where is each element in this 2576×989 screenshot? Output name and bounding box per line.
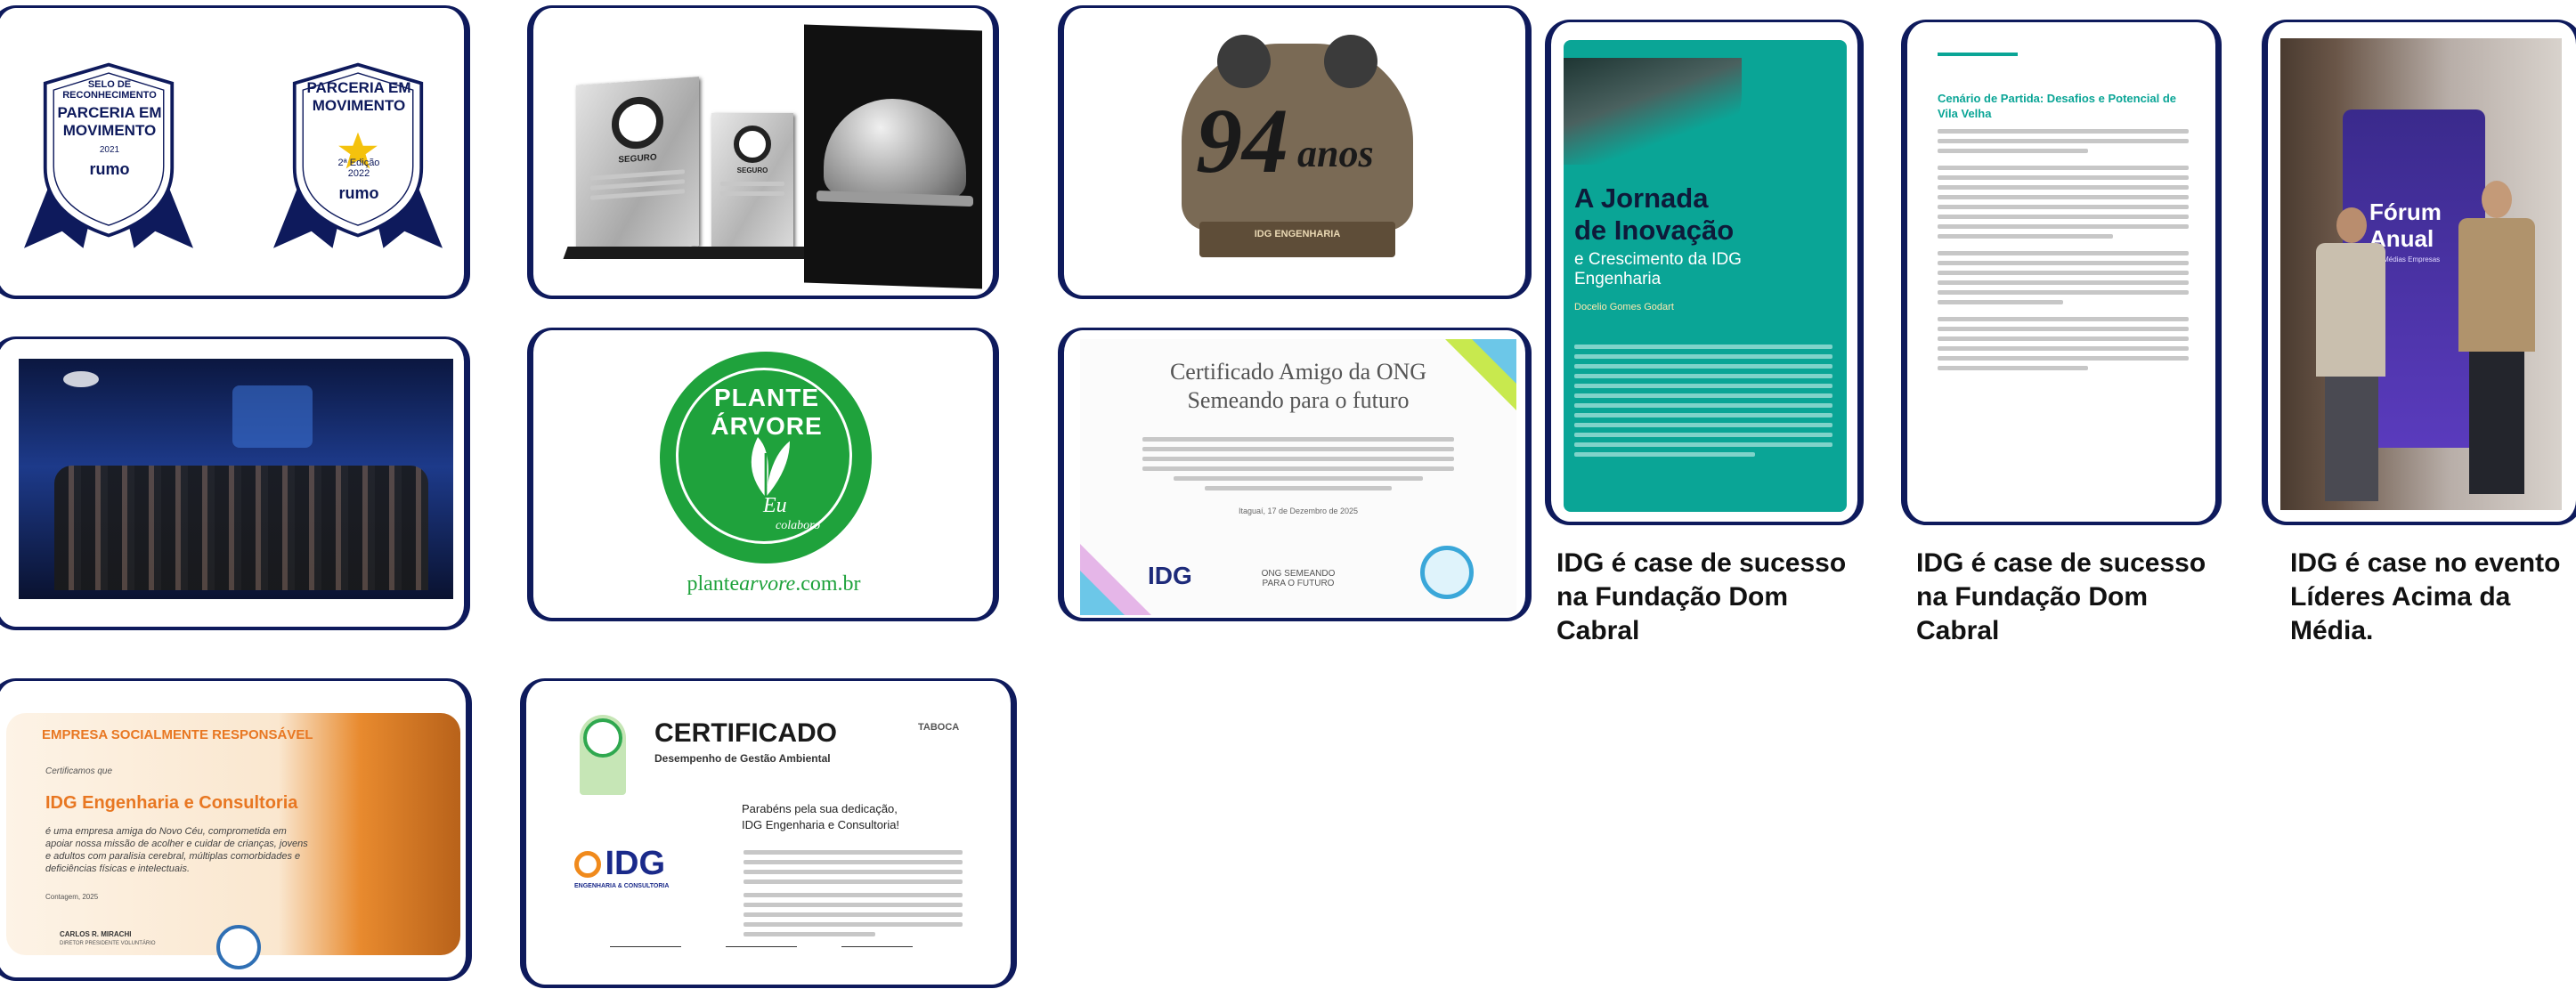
trophy-plaque-small: SEGURO (711, 113, 793, 247)
leaf-icon (751, 437, 790, 498)
taboca-certificate: CERTIFICADO Desempenho de Gestão Ambient… (557, 702, 989, 969)
person-right (2458, 181, 2535, 501)
award-card-94-anos[interactable]: 94 anos IDG ENGENHARIA (1058, 5, 1532, 299)
group-photo (19, 359, 453, 599)
trophy-helmet-frame (804, 24, 982, 289)
plante-arvore-card[interactable]: PLANTE ÁRVORE Eu colaboro plantearvore.c… (527, 328, 999, 621)
event-photo-card[interactable]: Fórum Anual dos Médias Empresas (2262, 20, 2576, 525)
group-photo-card[interactable] (0, 336, 470, 630)
article-page: Cenário de Partida: Desafios e Potencial… (1920, 35, 2205, 507)
ong-seal-icon (1420, 546, 1474, 599)
event-photo: Fórum Anual dos Médias Empresas (2280, 38, 2562, 510)
case-caption-1[interactable]: IDG é case de sucesso na Fundação Dom Ca… (1556, 547, 1859, 648)
taboca-signatures (610, 937, 948, 955)
seal-text-2021: SELO DE RECONHECIMENTO PARCERIA EM MOVIM… (57, 79, 162, 178)
ong-certificate-card[interactable]: Certificado Amigo da ONG Semeando para o… (1058, 328, 1532, 621)
award-card-trophies[interactable]: SEGURO SEGURO (527, 5, 999, 299)
empresa-certificate: EMPRESA SOCIALMENTE RESPONSÁVEL Certific… (6, 713, 460, 969)
ong-body-text (1142, 432, 1454, 496)
case-caption-2[interactable]: IDG é case de sucesso na Fundação Dom Ca… (1916, 547, 2219, 648)
person-left (2316, 207, 2387, 501)
book-cover: A Jornada de Inovação e Crescimento da I… (1564, 40, 1847, 512)
trophy-plaque-large: SEGURO (576, 77, 699, 255)
article-body-text (1938, 129, 2189, 370)
ong-certificate: Certificado Amigo da ONG Semeando para o… (1080, 339, 1516, 615)
idg-logo: IDG ENGENHARIA & CONSULTORIA (574, 845, 670, 889)
taboca-seal-icon (580, 715, 626, 795)
case-caption-3[interactable]: IDG é case no evento Líderes Acima da Mé… (2290, 547, 2575, 648)
seal-text-2022: PARCERIA EM MOVIMENTO 2ª Edição 2022 rum… (306, 79, 411, 202)
article-card-vila-velha[interactable]: Cenário de Partida: Desafios e Potencial… (1901, 20, 2222, 525)
taboca-body-text (744, 845, 963, 942)
hand-illustration (1564, 58, 1742, 165)
empresa-responsavel-card[interactable]: EMPRESA SOCIALMENTE RESPONSÁVEL Certific… (0, 678, 472, 981)
book-card-jornada-inovacao[interactable]: A Jornada de Inovação e Crescimento da I… (1545, 20, 1864, 525)
anniversary-trophy: 94 anos IDG ENGENHARIA (1164, 35, 1431, 266)
trophy-base (563, 247, 826, 259)
award-card-rumo[interactable]: SELO DE RECONHECIMENTO PARCERIA EM MOVIM… (0, 5, 470, 299)
group-people (54, 466, 428, 590)
book-body-text (1574, 339, 1832, 462)
certificado-taboca-card[interactable]: CERTIFICADO Desempenho de Gestão Ambient… (520, 678, 1017, 988)
plante-seal: PLANTE ÁRVORE Eu colaboro (660, 352, 872, 563)
novo-ceu-seal-icon (216, 925, 261, 969)
plante-url[interactable]: plantearvore.com.br (667, 572, 881, 596)
